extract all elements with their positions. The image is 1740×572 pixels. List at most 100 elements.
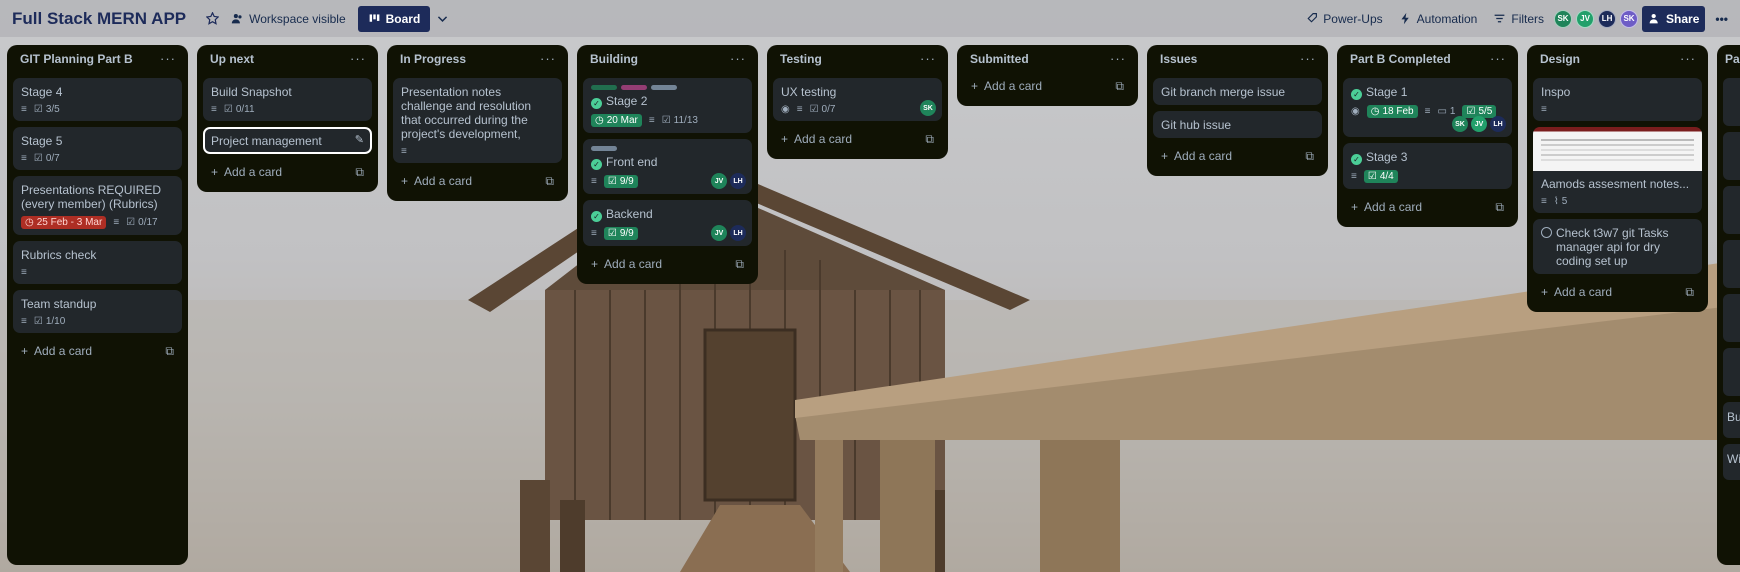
- card[interactable]: [1723, 240, 1740, 288]
- avatar[interactable]: SK: [1452, 116, 1468, 132]
- star-button[interactable]: [200, 6, 225, 32]
- card[interactable]: ✓ Stage 2 ◷ 20 Mar ≡ ☑ 11/13: [583, 78, 752, 133]
- add-card-button[interactable]: + Add a card: [1161, 149, 1232, 163]
- card[interactable]: ✓ Backend ≡ ☑ 9/9 JV LH: [583, 200, 752, 246]
- card[interactable]: Inspo ≡: [1533, 78, 1702, 121]
- card[interactable]: Presentations REQUIRED (every member) (R…: [13, 176, 182, 235]
- card-template-icon[interactable]: ⧉: [1115, 79, 1124, 94]
- card[interactable]: ✓ Front end ≡ ☑ 9/9 JV LH: [583, 139, 752, 194]
- view-switcher-button[interactable]: [430, 6, 455, 32]
- list-menu-icon[interactable]: ···: [1490, 51, 1506, 66]
- card[interactable]: Git hub issue: [1153, 111, 1322, 138]
- card[interactable]: Wir: [1723, 444, 1740, 480]
- card[interactable]: [1723, 186, 1740, 234]
- card-template-icon[interactable]: ⧉: [545, 174, 554, 189]
- due-date-text: 20 Mar: [606, 115, 638, 126]
- avatar[interactable]: SK: [1620, 9, 1639, 28]
- avatar[interactable]: LH: [730, 173, 746, 189]
- checkbox-icon: ☑: [1367, 171, 1377, 182]
- card[interactable]: [1723, 132, 1740, 180]
- card[interactable]: ✓ Stage 3 ≡ ☑ 4/4: [1343, 143, 1512, 189]
- list-title[interactable]: Submitted: [970, 52, 1029, 66]
- card-template-icon[interactable]: ⧉: [1495, 200, 1504, 215]
- avatar[interactable]: SK: [920, 100, 936, 116]
- card[interactable]: Aamods assesment notes... ≡ ⌇ 5: [1533, 127, 1702, 213]
- list-title[interactable]: Issues: [1160, 52, 1197, 66]
- visibility-button[interactable]: Workspace visible: [225, 6, 351, 32]
- card[interactable]: Presentation notes challenge and resolut…: [393, 78, 562, 163]
- card-selected[interactable]: Project management ✎: [203, 127, 372, 154]
- list-menu-icon[interactable]: ···: [1110, 51, 1126, 66]
- check-complete-icon[interactable]: ✓: [591, 159, 602, 170]
- avatar[interactable]: JV: [1471, 116, 1487, 132]
- filters-button[interactable]: Filters: [1487, 6, 1550, 32]
- share-button[interactable]: Share: [1642, 5, 1706, 32]
- card[interactable]: Buil: [1723, 402, 1740, 438]
- list-title[interactable]: In Progress: [400, 52, 466, 66]
- card[interactable]: UX testing ◉ ≡ ☑ 0/7 SK: [773, 78, 942, 121]
- list-title[interactable]: Part: [1725, 52, 1740, 66]
- card[interactable]: [1723, 348, 1740, 396]
- card[interactable]: Check t3w7 git Tasks manager api for dry…: [1533, 219, 1702, 274]
- list-menu-icon[interactable]: ···: [1680, 51, 1696, 66]
- card[interactable]: Rubrics check ≡: [13, 241, 182, 284]
- edit-icon[interactable]: ✎: [355, 133, 364, 146]
- powerups-button[interactable]: Power-Ups: [1299, 6, 1388, 32]
- avatar[interactable]: SK: [1554, 9, 1573, 28]
- card-template-icon[interactable]: ⧉: [1305, 149, 1314, 164]
- add-card-button[interactable]: + Add a card: [21, 344, 92, 358]
- complete-toggle-icon[interactable]: [1541, 227, 1552, 238]
- list-title[interactable]: Part B Completed: [1350, 52, 1451, 66]
- list-menu-icon[interactable]: ···: [540, 51, 556, 66]
- card-template-icon[interactable]: ⧉: [925, 132, 934, 147]
- card-template-icon[interactable]: ⧉: [735, 257, 744, 272]
- card-template-icon[interactable]: ⧉: [165, 344, 174, 359]
- check-complete-icon[interactable]: ✓: [591, 98, 602, 109]
- list-title[interactable]: Design: [1540, 52, 1580, 66]
- list-menu-icon[interactable]: ···: [730, 51, 746, 66]
- add-card-button[interactable]: + Add a card: [1541, 285, 1612, 299]
- add-card-button[interactable]: + Add a card: [1351, 200, 1422, 214]
- card[interactable]: Git branch merge issue: [1153, 78, 1322, 105]
- automation-label: Automation: [1416, 11, 1478, 26]
- list-menu-icon[interactable]: ···: [1300, 51, 1316, 66]
- board-view-button[interactable]: Board: [357, 5, 431, 32]
- add-card-button[interactable]: + Add a card: [781, 132, 852, 146]
- avatar[interactable]: JV: [711, 225, 727, 241]
- add-card-button[interactable]: + Add a card: [401, 174, 472, 188]
- card[interactable]: Stage 4 ≡ ☑ 3/5: [13, 78, 182, 121]
- card-cover-image: [1533, 127, 1702, 171]
- list-title[interactable]: Building: [590, 52, 638, 66]
- card[interactable]: Build Snapshot ≡ ☑ 0/11: [203, 78, 372, 121]
- check-complete-icon[interactable]: ✓: [1351, 89, 1362, 100]
- card-template-icon[interactable]: ⧉: [1685, 285, 1694, 300]
- avatar[interactable]: LH: [1598, 9, 1617, 28]
- add-card-button[interactable]: + Add a card: [971, 79, 1042, 93]
- check-complete-icon[interactable]: ✓: [591, 211, 602, 222]
- list-title[interactable]: Up next: [210, 52, 254, 66]
- avatar[interactable]: LH: [730, 225, 746, 241]
- plus-icon: +: [1351, 200, 1359, 214]
- check-complete-icon[interactable]: ✓: [1351, 154, 1362, 165]
- list-menu-icon[interactable]: ···: [920, 51, 936, 66]
- board-title[interactable]: Full Stack MERN APP: [12, 9, 186, 29]
- checkbox-icon: ☑: [607, 228, 617, 239]
- list-title[interactable]: GIT Planning Part B: [20, 52, 133, 66]
- avatar[interactable]: JV: [1576, 9, 1595, 28]
- list-menu-icon[interactable]: ···: [160, 51, 176, 66]
- card[interactable]: Stage 5 ≡ ☑ 0/7: [13, 127, 182, 170]
- description-icon: ≡: [648, 115, 655, 126]
- card-template-icon[interactable]: ⧉: [355, 165, 364, 180]
- list-title[interactable]: Testing: [780, 52, 822, 66]
- avatar[interactable]: LH: [1490, 116, 1506, 132]
- automation-button[interactable]: Automation: [1393, 6, 1484, 32]
- card[interactable]: [1723, 78, 1740, 126]
- card[interactable]: Team standup ≡ ☑ 1/10: [13, 290, 182, 333]
- list-menu-icon[interactable]: ···: [350, 51, 366, 66]
- avatar[interactable]: JV: [711, 173, 727, 189]
- card[interactable]: ✓ Stage 1 ◉ ◷ 18 Feb ≡ ▭ 1 ☑ 5/5 SK JV LH: [1343, 78, 1512, 137]
- add-card-button[interactable]: + Add a card: [591, 257, 662, 271]
- more-menu-button[interactable]: •••: [1709, 6, 1734, 32]
- add-card-button[interactable]: + Add a card: [211, 165, 282, 179]
- card[interactable]: [1723, 294, 1740, 342]
